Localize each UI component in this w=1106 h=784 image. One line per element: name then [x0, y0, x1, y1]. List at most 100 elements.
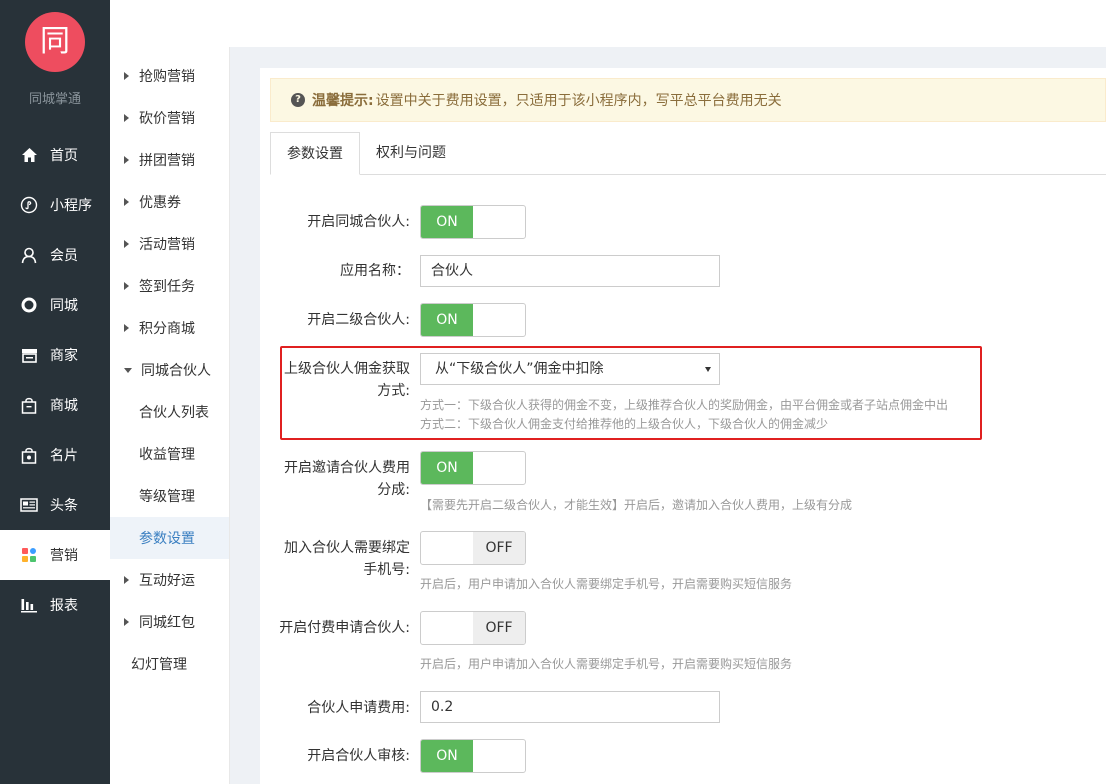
label-line: 上级合伙人佣金获取 — [284, 361, 410, 377]
nav-label: 会员 — [50, 248, 78, 264]
brand-name: 同城掌通 — [28, 92, 81, 107]
paid-apply-help: 开启后，用户申请加入合伙人需要绑定手机号，开启需要购买短信服务 — [420, 657, 793, 671]
subnav-item[interactable]: 抢购营销 — [110, 55, 229, 97]
subnav-item[interactable]: 优惠券 — [110, 181, 229, 223]
caret-right-icon — [124, 114, 129, 122]
caret-right-icon — [124, 324, 129, 332]
bind-phone-help: 开启后，用户申请加入合伙人需要绑定手机号，开启需要购买短信服务 — [420, 577, 793, 591]
subnav-item[interactable]: 拼团营销 — [110, 139, 229, 181]
nav-label: 营销 — [50, 548, 78, 564]
nav-item-tongcheng[interactable]: 同城 — [0, 280, 110, 330]
label-line: 分成: — [377, 482, 410, 498]
subnav-label: 合伙人列表 — [139, 405, 209, 421]
subnav-child-item[interactable]: 合伙人列表 — [110, 391, 229, 433]
tip-text: 设置中关于费用设置，只适用于该小程序内，写平总平台费用无关 — [375, 93, 782, 109]
subnav-item[interactable]: 幻灯管理 — [110, 643, 229, 685]
commission-method-label: 上级合伙人佣金获取 方式: — [270, 358, 410, 402]
label-line: 方式: — [377, 383, 410, 399]
caret-down-icon — [124, 367, 132, 373]
marketing-icon — [20, 546, 38, 564]
store-icon — [20, 346, 38, 364]
mini-program-icon — [20, 196, 38, 214]
enable-partner-label: 开启同城合伙人: — [307, 214, 410, 230]
nav-item-store[interactable]: 商家 — [0, 330, 110, 380]
nav-item-member[interactable]: 会员 — [0, 230, 110, 280]
caret-right-icon — [124, 576, 129, 584]
nav-item-news[interactable]: 头条 — [0, 480, 110, 530]
nav-label: 头条 — [50, 498, 78, 514]
enable-review-toggle[interactable]: ON — [420, 739, 526, 773]
nav-label: 名片 — [50, 448, 78, 464]
enable-level2-toggle[interactable]: ON — [420, 303, 526, 337]
bind-phone-toggle[interactable]: OFF — [420, 531, 526, 565]
enable-level2-label: 开启二级合伙人: — [307, 312, 410, 328]
subnav-item[interactable]: 同城红包 — [110, 601, 229, 643]
subnav-label: 签到任务 — [139, 279, 195, 295]
nav-label: 商家 — [50, 348, 78, 364]
caret-right-icon — [124, 156, 129, 164]
paid-apply-label: 开启付费申请合伙人: — [279, 620, 410, 636]
card-icon — [20, 446, 38, 464]
tab-bar: 参数设置 权利与问题 — [270, 132, 1106, 175]
subnav-label: 等级管理 — [139, 489, 195, 505]
label-line: 加入合伙人需要绑定 — [284, 540, 410, 556]
subnav-label: 幻灯管理 — [131, 657, 187, 673]
subnav-item[interactable]: 互动好运 — [110, 559, 229, 601]
app-name-input[interactable]: 合伙人 — [420, 255, 720, 287]
logo[interactable]: 同 — [25, 12, 85, 72]
tab-rights[interactable]: 权利与问题 — [360, 132, 462, 175]
nav-label: 首页 — [50, 148, 78, 164]
subnav-label: 抢购营销 — [139, 69, 195, 85]
toggle-off: OFF — [473, 612, 525, 644]
label-line: 开启邀请合伙人费用 — [284, 460, 410, 476]
nav-item-mall[interactable]: 商城 — [0, 380, 110, 430]
subnav-item[interactable]: 砍价营销 — [110, 97, 229, 139]
subnav-item[interactable]: 活动营销 — [110, 223, 229, 265]
invite-fee-toggle[interactable]: ON — [420, 451, 526, 485]
apply-fee-input[interactable]: 0.2 — [420, 691, 720, 723]
toggle-on: ON — [421, 740, 473, 772]
tip-banner: ? 温馨提示: 设置中关于费用设置，只适用于该小程序内，写平总平台费用无关 — [270, 78, 1106, 122]
caret-right-icon — [124, 198, 129, 206]
subnav-item[interactable]: 签到任务 — [110, 265, 229, 307]
subnav-label: 优惠券 — [139, 195, 181, 211]
toggle-off: OFF — [473, 532, 525, 564]
apply-fee-label: 合伙人申请费用: — [307, 700, 410, 716]
subnav-child-item[interactable]: 等级管理 — [110, 475, 229, 517]
subnav-child-item[interactable]: 收益管理 — [110, 433, 229, 475]
caret-right-icon — [124, 618, 129, 626]
enable-partner-toggle[interactable]: ON — [420, 205, 526, 239]
caret-right-icon — [124, 240, 129, 248]
subnav-item-partner[interactable]: 同城合伙人 — [110, 349, 229, 391]
bind-phone-label: 加入合伙人需要绑定 手机号: — [270, 537, 410, 581]
subnav-child-item-active[interactable]: 参数设置 — [110, 517, 229, 559]
toggle-on: ON — [421, 206, 473, 238]
report-icon — [20, 596, 38, 614]
subnav-label: 同城红包 — [139, 615, 195, 631]
nav-item-mini-program[interactable]: 小程序 — [0, 180, 110, 230]
toggle-on: ON — [421, 304, 473, 336]
app-name-label: 应用名称： — [340, 263, 410, 279]
brand: 同 同城掌通 — [0, 12, 110, 130]
nav-label: 同城 — [50, 298, 78, 314]
paid-apply-toggle[interactable]: OFF — [420, 611, 526, 645]
caret-down-icon — [705, 367, 711, 372]
subnav-label: 积分商城 — [139, 321, 195, 337]
sub-sidebar: 抢购营销 砍价营销 拼团营销 优惠券 活动营销 签到任务 积分商城 同城合伙人 … — [110, 47, 230, 784]
tab-params[interactable]: 参数设置 — [270, 132, 360, 175]
nav-item-marketing[interactable]: 营销 — [0, 530, 110, 580]
nav-item-card[interactable]: 名片 — [0, 430, 110, 480]
subnav-label: 拼团营销 — [139, 153, 195, 169]
subnav-item[interactable]: 积分商城 — [110, 307, 229, 349]
mall-icon — [20, 396, 38, 414]
commission-method-select[interactable]: 从“下级合伙人”佣金中扣除 — [420, 353, 720, 385]
news-icon — [20, 496, 38, 514]
ring-icon — [20, 296, 38, 314]
top-bar — [110, 0, 1106, 47]
home-icon — [20, 146, 38, 164]
subnav-label: 参数设置 — [139, 531, 195, 547]
nav-item-report[interactable]: 报表 — [0, 580, 110, 630]
caret-right-icon — [124, 282, 129, 290]
nav-item-home[interactable]: 首页 — [0, 130, 110, 180]
main-sidebar: 同 同城掌通 首页 小程序 会员 同城 商家 商城 名片 头条 营销 报表 — [0, 0, 110, 784]
